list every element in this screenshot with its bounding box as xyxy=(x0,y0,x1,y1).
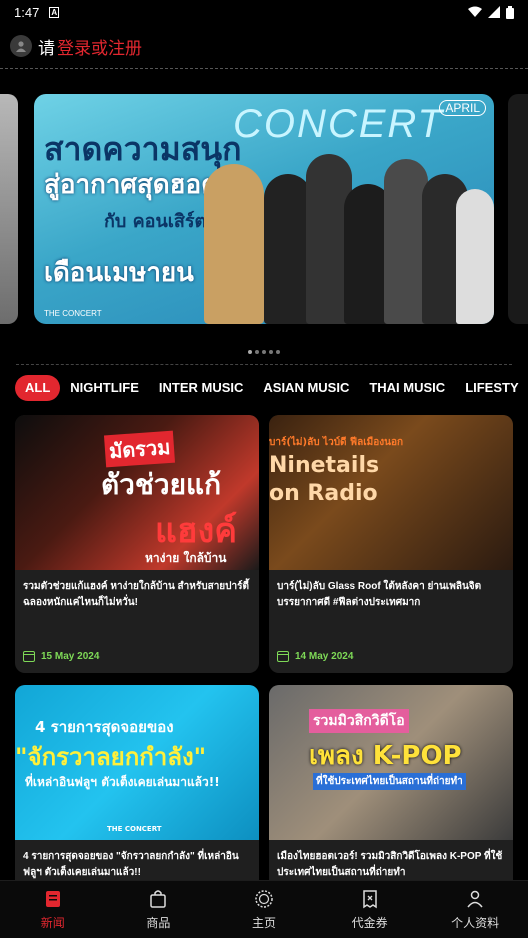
article-card[interactable]: บาร์(ไม่)ลับ ไวบ์ดี ฟีลเมืองนอก Ninetail… xyxy=(269,415,513,673)
carousel-indicator xyxy=(248,350,280,354)
status-bar: 1:47 A xyxy=(0,0,528,24)
article-title: เมืองไทยฮอตเวอร์! รวมมิวสิกวิดีโอเพลง K-… xyxy=(277,851,503,878)
article-title: รวมตัวช่วยแก้แฮงค์ หาง่ายใกล้บ้าน สำหรับ… xyxy=(23,581,249,608)
thumb-text: เพลง K-POP xyxy=(309,741,462,771)
login-prefix: 请 xyxy=(38,38,55,58)
user-icon xyxy=(16,41,26,52)
article-thumbnail: บาร์(ไม่)ลับ ไวบ์ดี ฟีลเมืองนอก Ninetail… xyxy=(269,415,513,570)
thumb-text: มัดรวม xyxy=(103,430,176,468)
thumb-text: บาร์(ไม่)ลับ ไวบ์ดี ฟีลเมืองนอก xyxy=(269,437,404,448)
home-logo-icon xyxy=(255,889,273,908)
article-title: บาร์(ไม่)ลับ Glass Roof ใต้หลังคา ย่านเพ… xyxy=(277,581,482,608)
thumb-text: "จักรวาลยกกำลัง" xyxy=(15,743,207,771)
banner-line4: เดือนเมษายน xyxy=(44,258,194,288)
profile-icon xyxy=(467,890,483,907)
article-date-text: 14 May 2024 xyxy=(295,651,354,662)
calendar-icon xyxy=(23,651,35,662)
login-bar: 请 登录或注册 xyxy=(0,30,528,62)
nav-vouchers[interactable]: 代金券 xyxy=(317,881,423,938)
banner-line2: สู่อากาศสุดฮอต xyxy=(44,170,219,200)
nav-profile[interactable]: 个人资料 xyxy=(422,881,528,938)
avatar[interactable] xyxy=(10,35,32,57)
thumb-text: on Radio xyxy=(269,481,378,506)
nav-products-label: 商品 xyxy=(146,915,171,930)
article-date: 14 May 2024 xyxy=(277,651,353,662)
category-tabs: ALL NIGHTLIFE INTER MUSIC ASIAN MUSIC TH… xyxy=(15,375,528,401)
article-date-text: 15 May 2024 xyxy=(41,651,100,662)
wifi-icon xyxy=(468,6,482,17)
nav-home[interactable]: 主页 xyxy=(211,881,317,938)
battery-icon xyxy=(506,5,514,19)
nav-products[interactable]: 商品 xyxy=(106,881,212,938)
indicator-dot xyxy=(262,350,266,354)
notification-a-icon: A xyxy=(49,6,60,18)
article-thumbnail: รวมมิวสิกวิดีโอ เพลง K-POP ที่ใช้ประเทศไ… xyxy=(269,685,513,840)
tab-asian-music[interactable]: ASIAN MUSIC xyxy=(253,375,359,401)
indicator-dot xyxy=(255,350,259,354)
bottom-navigation: 新闻 商品 主页 代金券 个人资料 xyxy=(0,880,528,938)
nav-news[interactable]: 新闻 xyxy=(0,881,106,938)
thumb-text: ที่เหล่าอินฟลูฯ ตัวเต็งเคยเล่นมาแล้ว!! xyxy=(25,775,220,789)
thumb-text: ที่ใช้ประเทศไทยเป็นสถานที่ถ่ายทำ xyxy=(313,773,466,790)
article-thumbnail: 4 รายการสุดจอยของ "จักรวาลยกกำลัง" ที่เห… xyxy=(15,685,259,840)
news-icon xyxy=(45,890,60,907)
banner-month-tag: APRIL xyxy=(439,100,486,116)
thumb-text: Ninetails xyxy=(269,453,380,478)
nav-home-label: 主页 xyxy=(251,915,276,930)
nav-news-label: 新闻 xyxy=(40,915,65,930)
banner-carousel[interactable]: CONCERT APRIL สาดความสนุก สู่อากาศสุดฮอต… xyxy=(0,94,528,324)
nav-profile-label: 个人资料 xyxy=(451,915,500,930)
banner-slide[interactable]: CONCERT APRIL สาดความสนุก สู่อากาศสุดฮอต… xyxy=(34,94,494,324)
signal-icon xyxy=(488,6,500,18)
login-register-link[interactable]: 登录或注册 xyxy=(57,34,142,59)
indicator-dot xyxy=(269,350,273,354)
shopping-bag-icon xyxy=(150,889,167,908)
nav-vouchers-label: 代金券 xyxy=(351,915,388,930)
article-date: 15 May 2024 xyxy=(23,651,99,662)
voucher-icon xyxy=(362,889,377,908)
thumb-text: ตัวช่วยแก้ xyxy=(101,468,222,501)
banner-artists-photo xyxy=(194,134,494,324)
banner-next-peek[interactable] xyxy=(508,94,528,324)
status-time: 1:47 xyxy=(14,4,40,20)
banner-prev-peek[interactable] xyxy=(0,94,18,324)
thumb-text: 4 รายการสุดจอยของ xyxy=(35,718,174,736)
divider xyxy=(16,364,512,365)
indicator-dot xyxy=(248,350,252,354)
tab-thai-music[interactable]: THAI MUSIC xyxy=(359,375,455,401)
tab-lifestyle[interactable]: LIFESTY xyxy=(455,375,528,401)
thumb-brand: THE CONCERT xyxy=(107,825,162,833)
tab-inter-music[interactable]: INTER MUSIC xyxy=(149,375,254,401)
thumb-text: หาง่าย ใกล้บ้าน xyxy=(145,551,227,565)
tab-all[interactable]: ALL xyxy=(15,375,61,401)
thumb-text: รวมมิวสิกวิดีโอ xyxy=(309,709,409,733)
divider xyxy=(0,68,528,69)
tab-nightlife[interactable]: NIGHTLIFE xyxy=(60,375,149,401)
banner-brand: THE CONCERT xyxy=(44,309,102,318)
calendar-icon xyxy=(277,651,289,662)
article-title: 4 รายการสุดจอยของ "จักรวาลยกกำลัง" ที่เห… xyxy=(23,851,239,878)
article-thumbnail: มัดรวม ตัวช่วยแก้ แฮงค์ หาง่าย ใกล้บ้าน xyxy=(15,415,259,570)
indicator-dot xyxy=(276,350,280,354)
article-card[interactable]: มัดรวม ตัวช่วยแก้ แฮงค์ หาง่าย ใกล้บ้าน … xyxy=(15,415,259,673)
